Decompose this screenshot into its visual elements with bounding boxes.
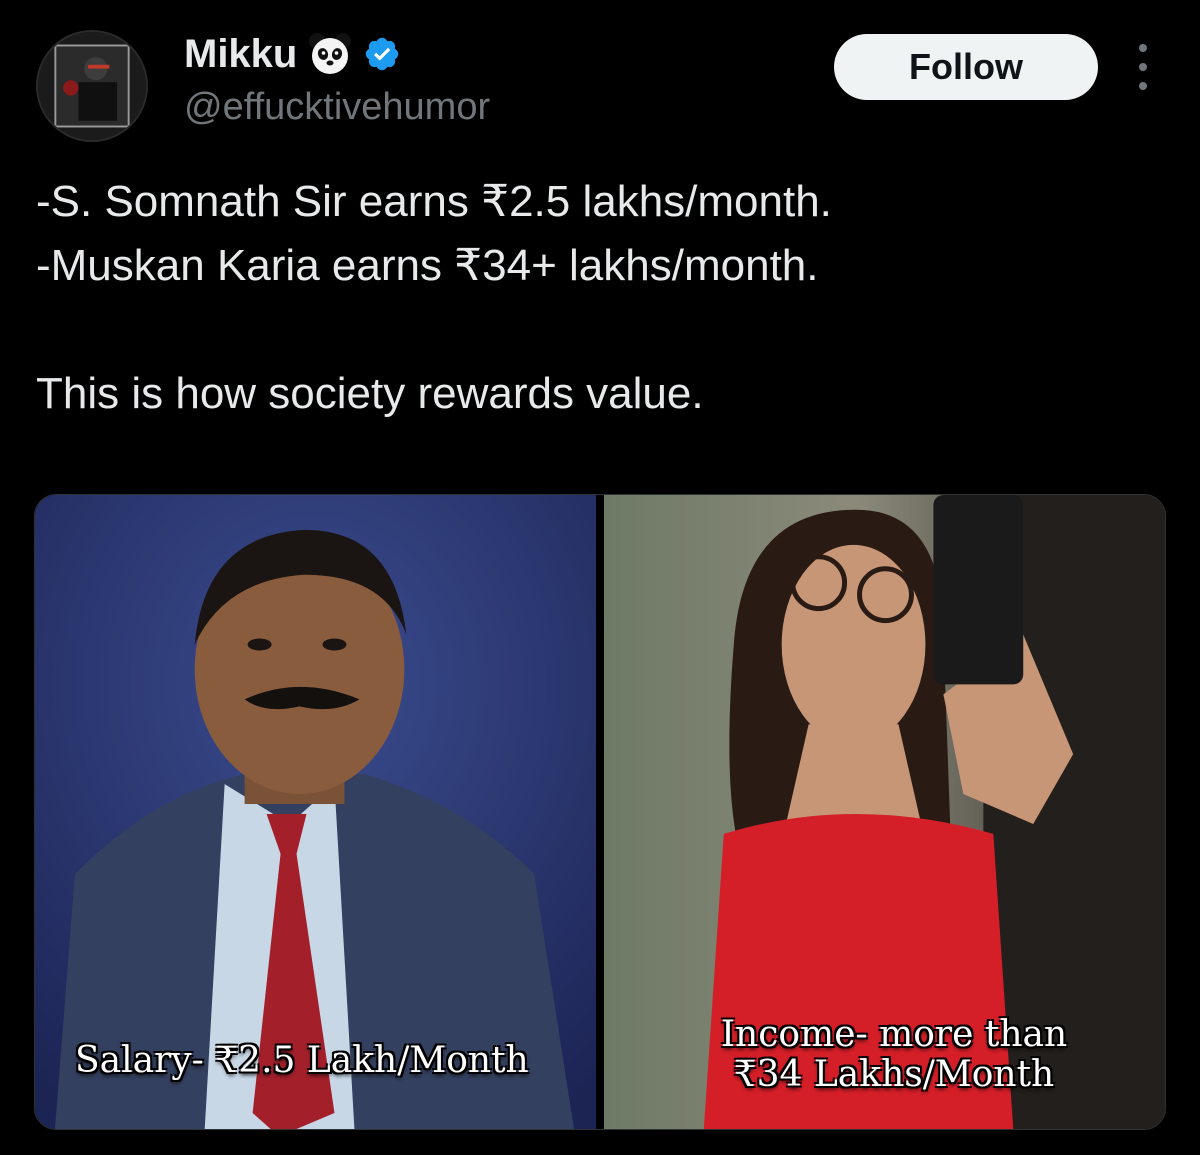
more-dot <box>1139 63 1147 71</box>
avatar-image <box>38 32 146 140</box>
author-avatar[interactable] <box>36 30 148 142</box>
man-in-suit-image <box>35 495 596 1129</box>
right-caption-line2: ₹34 Lakhs/Month <box>733 1054 1055 1095</box>
tweet-text: -S. Somnath Sir earns ₹2.5 lakhs/month. … <box>36 177 832 418</box>
more-dot <box>1139 44 1147 52</box>
right-caption-line1: Income- more than <box>720 1014 1068 1055</box>
verified-badge-icon[interactable] <box>363 35 401 73</box>
panda-face-icon <box>307 31 353 77</box>
left-caption: Salary- ₹2.5 Lakh/Month <box>75 1040 529 1081</box>
right-caption: Income- more than ₹34 Lakhs/Month <box>654 1015 1134 1095</box>
more-vertical-icon[interactable] <box>1128 44 1158 90</box>
author-handle[interactable]: @effucktivehumor <box>184 84 490 130</box>
more-dot <box>1139 82 1147 90</box>
follow-button[interactable]: Follow <box>834 34 1098 100</box>
tweet-media[interactable]: Salary- ₹2.5 Lakh/Month Income- more tha… <box>34 494 1166 1130</box>
media-image-right[interactable]: Income- more than ₹34 Lakhs/Month <box>604 495 1165 1129</box>
author-display-name[interactable]: Mikku <box>184 30 297 78</box>
author-name-row: Mikku <box>184 30 401 78</box>
media-image-left[interactable]: Salary- ₹2.5 Lakh/Month <box>35 495 596 1129</box>
